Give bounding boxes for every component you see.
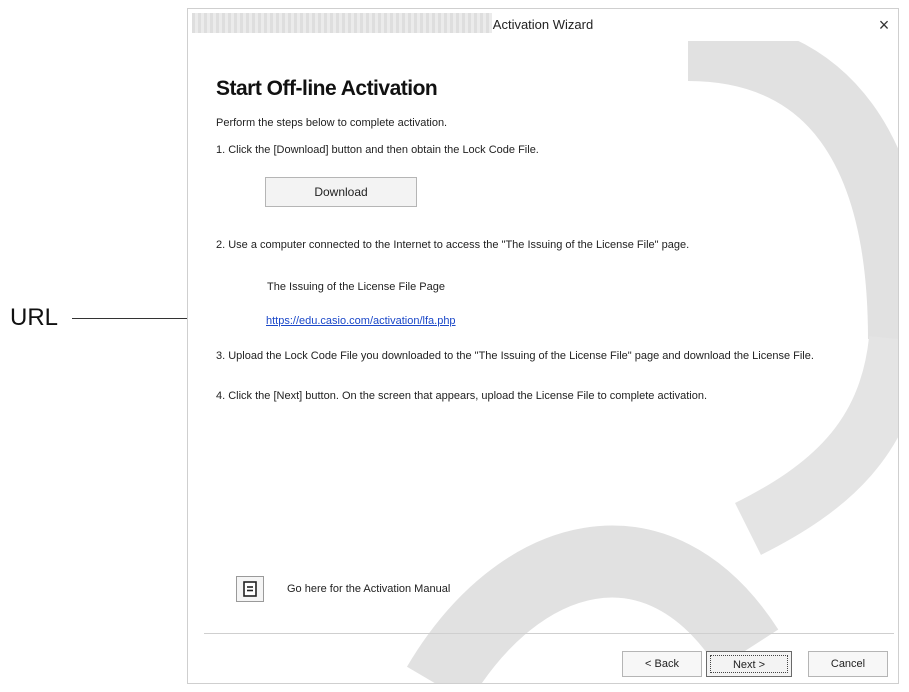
activation-wizard-dialog: Activation Wizard × Start Off-line Activ… <box>187 8 899 684</box>
next-button[interactable]: Next > <box>706 651 792 677</box>
next-button-label: Next > <box>710 655 788 673</box>
license-page-label: The Issuing of the License File Page <box>267 281 445 293</box>
step-3-text: 3. Upload the Lock Code File you downloa… <box>216 350 814 362</box>
step-2-text: 2. Use a computer connected to the Inter… <box>216 239 690 251</box>
document-icon <box>243 581 257 597</box>
url-callout-label: URL <box>10 304 59 331</box>
download-button[interactable]: Download <box>265 177 417 207</box>
license-page-url-link[interactable]: https://edu.casio.com/activation/lfa.php <box>266 315 456 327</box>
page-heading: Start Off-line Activation <box>216 77 438 100</box>
close-icon[interactable]: × <box>874 15 894 35</box>
step-4-text: 4. Click the [Next] button. On the scree… <box>216 390 707 402</box>
cancel-button[interactable]: Cancel <box>808 651 888 677</box>
activation-manual-button[interactable] <box>236 576 264 602</box>
activation-manual-link-text[interactable]: Go here for the Activation Manual <box>287 583 450 595</box>
intro-text: Perform the steps below to complete acti… <box>216 117 448 129</box>
footer-divider <box>204 633 894 634</box>
back-button[interactable]: < Back <box>622 651 702 677</box>
title-bar: Activation Wizard × <box>188 9 898 41</box>
window-title: Activation Wizard <box>492 17 594 32</box>
step-1-text: 1. Click the [Download] button and then … <box>216 144 539 156</box>
